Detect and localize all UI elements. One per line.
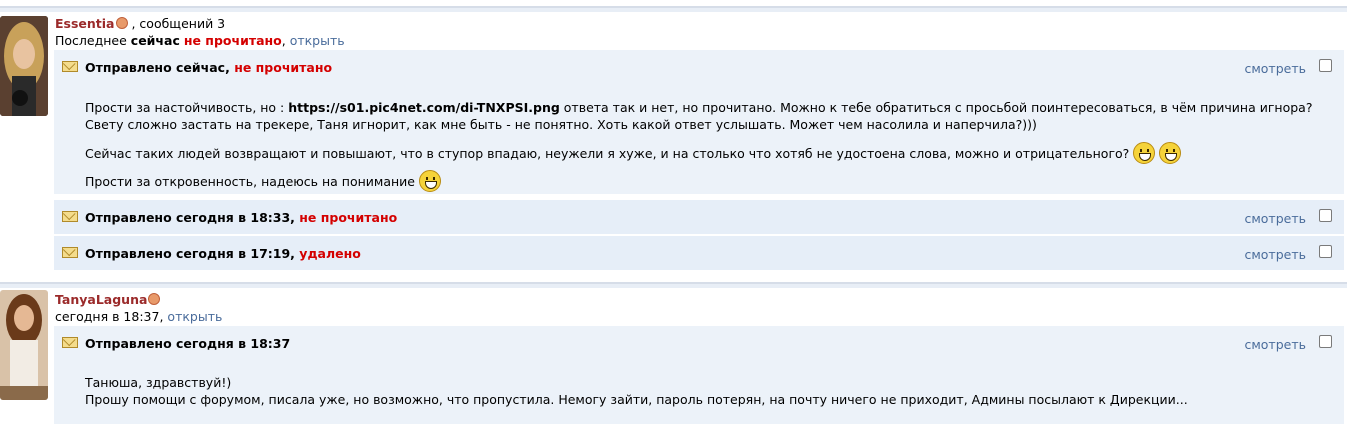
avatar[interactable] <box>0 290 48 400</box>
message-title: Отправлено сегодня в 18:33, не прочитано <box>85 210 398 225</box>
message-title: Отправлено сегодня в 18:37 <box>85 336 291 351</box>
last-time: сегодня в 18:37, <box>55 309 164 324</box>
select-checkbox[interactable] <box>1319 59 1332 72</box>
envelope-icon <box>62 211 78 222</box>
smiley-icon <box>418 170 441 192</box>
username[interactable]: TanyaLaguna <box>55 292 147 307</box>
message-paragraph: Прости за настойчивость, но : https://s0… <box>85 100 1313 132</box>
select-checkbox[interactable] <box>1319 209 1332 222</box>
thread-top-border <box>0 8 1347 12</box>
message-title: Отправлено сейчас, не прочитано <box>85 60 333 75</box>
message-header[interactable]: Отправлено сегодня в 17:19, удалено смот… <box>54 236 1344 270</box>
message-body: Танюша, здравствуй!) Прошу помощи с фору… <box>85 374 1324 408</box>
female-user-icon <box>115 17 128 29</box>
open-thread-link[interactable]: открыть <box>167 309 222 324</box>
view-link[interactable]: смотреть <box>1244 211 1306 226</box>
female-user-icon <box>148 293 161 305</box>
envelope-icon <box>62 61 78 72</box>
message-header[interactable]: Отправлено сейчас, не прочитано смотреть <box>54 50 1344 84</box>
message-line: Прошу помощи с форумом, писала уже, но в… <box>85 392 1188 407</box>
message-item: Отправлено сейчас, не прочитано смотреть… <box>54 50 1344 194</box>
envelope-icon <box>62 337 78 348</box>
message-item: Отправлено сегодня в 18:33, не прочитано… <box>54 200 1344 234</box>
thread-header: Essentia , сообщений 3 Последнее сейчас … <box>55 16 345 48</box>
envelope-icon <box>62 247 78 258</box>
message-title: Отправлено сегодня в 17:19, удалено <box>85 246 361 261</box>
thread-essentia: Essentia , сообщений 3 Последнее сейчас … <box>0 6 1347 274</box>
message-paragraph: Сейчас таких людей возвращают и повышают… <box>85 142 1324 164</box>
image-url[interactable]: https://s01.pic4net.com/di-TNXPSI.png <box>288 100 560 115</box>
avatar[interactable] <box>0 16 48 116</box>
view-link[interactable]: смотреть <box>1244 337 1306 352</box>
message-item: Отправлено сегодня в 17:19, удалено смот… <box>54 236 1344 270</box>
open-thread-link[interactable]: открыть <box>290 33 345 48</box>
username[interactable]: Essentia <box>55 16 115 31</box>
thread-tanyalaguna: TanyaLaguna сегодня в 18:37, открыть Отп… <box>0 282 1347 426</box>
last-status: не прочитано <box>183 33 282 48</box>
view-link[interactable]: смотреть <box>1244 61 1306 76</box>
laughing-smiley-icon <box>1133 142 1156 164</box>
view-link[interactable]: смотреть <box>1244 247 1306 262</box>
message-line: Танюша, здравствуй!) <box>85 375 232 390</box>
grin-smiley-icon <box>1159 142 1182 164</box>
thread-top-border <box>0 284 1347 288</box>
message-header[interactable]: Отправлено сегодня в 18:33, не прочитано… <box>54 200 1344 234</box>
select-checkbox[interactable] <box>1319 245 1332 258</box>
select-checkbox[interactable] <box>1319 335 1332 348</box>
message-item: Отправлено сегодня в 18:37 смотреть Таню… <box>54 326 1344 424</box>
message-count: , сообщений 3 <box>131 16 226 31</box>
message-body: Прости за настойчивость, но : https://s0… <box>85 99 1324 192</box>
message-paragraph: Прости за откровенность, надеюсь на пони… <box>85 170 1324 192</box>
thread-header: TanyaLaguna сегодня в 18:37, открыть <box>55 292 222 324</box>
last-label: Последнее <box>55 33 127 48</box>
message-header[interactable]: Отправлено сегодня в 18:37 смотреть <box>54 326 1344 360</box>
last-time: сейчас <box>130 33 180 48</box>
